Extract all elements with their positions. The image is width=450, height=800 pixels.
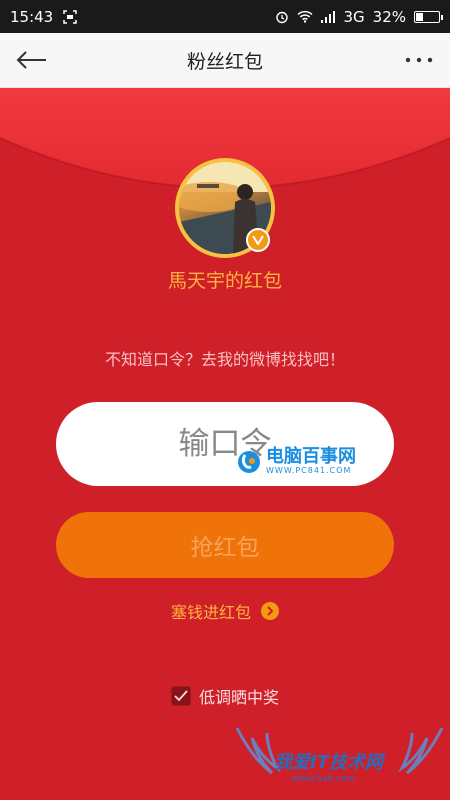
page-title: 粉丝红包 [186,50,263,73]
chevron-right-icon [261,602,279,620]
watermark-5ait: 我爱IT技术网 www.5ait.com [232,718,447,798]
wifi-icon [297,10,314,23]
deposit-money-link[interactable]: 塞钱进红包 [0,599,450,623]
more-dots-icon [405,57,433,63]
watermark-pc841-title: 电脑百事网 [266,446,356,467]
battery-percent: 32% [372,7,406,26]
watermark-pc841: 电脑百事网 WWW.PC841.COM [236,448,356,475]
check-icon [174,690,188,702]
status-time: 15:43 [10,7,54,26]
lottery-option: 低调晒中奖 [0,684,450,708]
lottery-checkbox[interactable] [170,686,191,706]
envelope-owner: 馬天宇的红包 [167,270,282,292]
grab-envelope-button[interactable]: 抢红包 [56,512,394,578]
more-button[interactable] [404,47,434,73]
alarm-icon [275,10,289,24]
watermark-5ait-url: www.5ait.com [292,774,356,784]
battery-icon [414,10,443,23]
red-envelope: 馬天宇的红包 不知道口令？去我的微博找找吧！ 电脑百事网 WWW.PC841.C… [0,88,450,800]
network-type: 3G [343,7,365,26]
watermark-pc841-url: WWW.PC841.COM [266,466,352,475]
verified-v-icon [246,228,270,252]
battery-fill [416,12,423,21]
screenshot-icon [63,9,77,24]
watermark-5ait-title: 我爱IT技术网 [274,752,383,773]
back-button[interactable] [14,45,48,75]
signal-icon [321,10,336,23]
deposit-money-label: 塞钱进红包 [170,603,251,622]
password-hint: 不知道口令？去我的微博找找吧！ [104,350,345,369]
status-bar: 15:43 3G 32% [0,0,450,33]
pc841-logo-icon [238,450,260,473]
lottery-label: 低调晒中奖 [198,688,279,707]
title-bar: 粉丝红包 [0,33,450,88]
arrow-left-icon [16,51,46,69]
